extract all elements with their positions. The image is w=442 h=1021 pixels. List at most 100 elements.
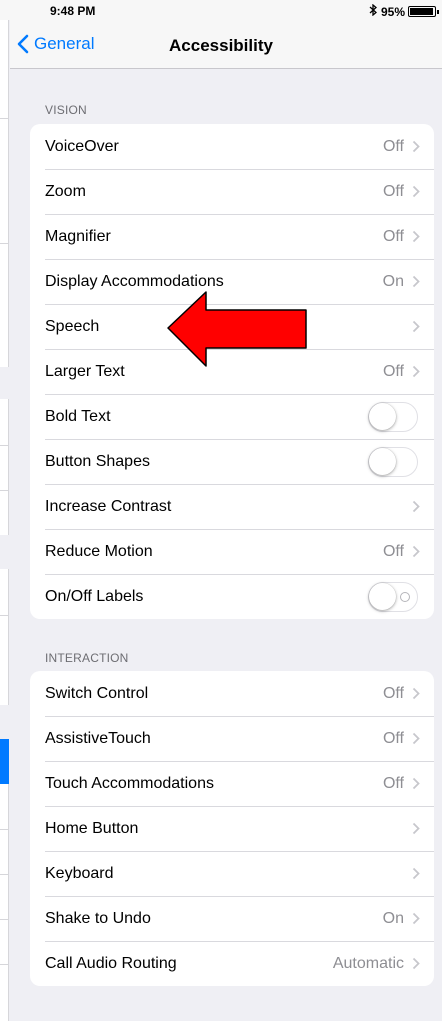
master-list-divider bbox=[0, 829, 9, 830]
setting-label: Keyboard bbox=[45, 864, 114, 882]
section-header-vision: VISION bbox=[45, 103, 87, 117]
chevron-right-icon bbox=[412, 545, 420, 558]
setting-row-magnifier[interactable]: Magnifier Off bbox=[30, 214, 434, 259]
setting-detail: Off bbox=[383, 529, 420, 574]
setting-row-increase-contrast[interactable]: Increase Contrast bbox=[30, 484, 434, 529]
chevron-right-icon bbox=[412, 275, 420, 288]
chevron-right-icon bbox=[412, 867, 420, 880]
chevron-right-icon bbox=[412, 957, 420, 970]
chevron-right-icon bbox=[412, 777, 420, 790]
setting-detail bbox=[412, 806, 420, 851]
bluetooth-icon bbox=[369, 3, 378, 19]
toggle-knob bbox=[369, 448, 396, 475]
setting-label: Button Shapes bbox=[45, 452, 150, 470]
chevron-right-icon bbox=[412, 822, 420, 835]
toggle-knob bbox=[369, 403, 396, 430]
setting-label: Display Accommodations bbox=[45, 272, 224, 290]
master-list-divider bbox=[0, 490, 9, 491]
setting-value: Off bbox=[382, 182, 404, 200]
setting-row-switch-control[interactable]: Switch Control Off bbox=[30, 671, 434, 716]
setting-value: Off bbox=[382, 362, 404, 380]
chevron-right-icon bbox=[412, 230, 420, 243]
setting-detail: On bbox=[383, 896, 420, 941]
battery-percentage: 95% bbox=[380, 4, 405, 19]
master-list-divider bbox=[0, 445, 9, 446]
chevron-right-icon bbox=[412, 320, 420, 333]
battery-fill bbox=[410, 8, 433, 15]
master-list-pane bbox=[0, 0, 9, 1021]
setting-row-on-off-labels[interactable]: On/Off Labels bbox=[30, 574, 434, 619]
setting-row-reduce-motion[interactable]: Reduce Motion Off bbox=[30, 529, 434, 574]
master-list-divider bbox=[0, 243, 9, 244]
setting-value: Off bbox=[382, 729, 404, 747]
master-list-divider bbox=[0, 118, 9, 119]
master-list-divider bbox=[0, 919, 9, 920]
master-list-divider bbox=[0, 964, 9, 965]
page-title: Accessibility bbox=[169, 36, 273, 55]
setting-label: Bold Text bbox=[45, 407, 111, 425]
setting-detail: Off bbox=[383, 169, 420, 214]
setting-detail: Off bbox=[383, 214, 420, 259]
setting-row-call-audio-routing[interactable]: Call Audio Routing Automatic bbox=[30, 941, 434, 986]
setting-label: AssistiveTouch bbox=[45, 729, 151, 747]
toggle-switch[interactable] bbox=[368, 447, 418, 477]
setting-label: Reduce Motion bbox=[45, 542, 153, 560]
setting-value: Off bbox=[382, 227, 404, 245]
battery-icon bbox=[408, 6, 439, 17]
chevron-right-icon bbox=[412, 687, 420, 700]
setting-label: Magnifier bbox=[45, 227, 111, 245]
setting-row-larger-text[interactable]: Larger Text Off bbox=[30, 349, 434, 394]
navigation-bar: General Accessibility bbox=[10, 20, 442, 69]
chevron-right-icon bbox=[412, 185, 420, 198]
setting-row-keyboard[interactable]: Keyboard bbox=[30, 851, 434, 896]
setting-label: Zoom bbox=[45, 182, 86, 200]
setting-value: Off bbox=[382, 137, 404, 155]
status-time: 9:48 PM bbox=[50, 4, 96, 18]
setting-label: Touch Accommodations bbox=[45, 774, 214, 792]
master-list-gap bbox=[0, 367, 9, 399]
setting-label: Speech bbox=[45, 317, 100, 335]
chevron-right-icon bbox=[412, 500, 420, 513]
toggle-knob bbox=[369, 583, 396, 610]
toggle-switch[interactable] bbox=[368, 582, 418, 612]
setting-detail: Off bbox=[383, 124, 420, 169]
setting-row-display-accommodations[interactable]: Display Accommodations On bbox=[30, 259, 434, 304]
setting-label: Larger Text bbox=[45, 362, 125, 380]
setting-value: Automatic bbox=[332, 954, 404, 972]
master-list-divider bbox=[0, 874, 9, 875]
setting-row-touch-accommodations[interactable]: Touch Accommodations Off bbox=[30, 761, 434, 806]
master-list-divider bbox=[0, 615, 9, 616]
setting-label: Increase Contrast bbox=[45, 497, 172, 515]
setting-value: Off bbox=[382, 542, 404, 560]
setting-row-speech[interactable]: Speech bbox=[30, 304, 434, 349]
setting-row-shake-to-undo[interactable]: Shake to Undo On bbox=[30, 896, 434, 941]
setting-detail: Off bbox=[383, 716, 420, 761]
setting-label: Switch Control bbox=[45, 684, 149, 702]
setting-label: Home Button bbox=[45, 819, 139, 837]
master-list-selected-item[interactable] bbox=[0, 739, 9, 784]
chevron-right-icon bbox=[412, 140, 420, 153]
section-header-interaction: INTERACTION bbox=[45, 651, 129, 665]
off-label-circle-icon bbox=[400, 592, 410, 602]
setting-detail bbox=[412, 851, 420, 896]
setting-detail: Off bbox=[383, 761, 420, 806]
setting-label: Call Audio Routing bbox=[45, 954, 177, 972]
toggle-switch[interactable] bbox=[368, 402, 418, 432]
setting-detail bbox=[412, 304, 420, 349]
setting-label: VoiceOver bbox=[45, 137, 119, 155]
chevron-right-icon bbox=[412, 732, 420, 745]
screen: 9:48 PM 95% General Accessibility VISION… bbox=[0, 0, 442, 1021]
setting-row-button-shapes[interactable]: Button Shapes bbox=[30, 439, 434, 484]
setting-row-zoom[interactable]: Zoom Off bbox=[30, 169, 434, 214]
setting-label: On/Off Labels bbox=[45, 587, 144, 605]
setting-value: Off bbox=[382, 684, 404, 702]
setting-row-home-button[interactable]: Home Button bbox=[30, 806, 434, 851]
setting-row-voiceover[interactable]: VoiceOver Off bbox=[30, 124, 434, 169]
setting-detail: Automatic bbox=[333, 941, 420, 986]
chevron-right-icon bbox=[412, 912, 420, 925]
setting-value: Off bbox=[382, 774, 404, 792]
setting-row-assistivetouch[interactable]: AssistiveTouch Off bbox=[30, 716, 434, 761]
setting-value: On bbox=[382, 909, 404, 927]
setting-row-bold-text[interactable]: Bold Text bbox=[30, 394, 434, 439]
setting-value: On bbox=[382, 272, 404, 290]
